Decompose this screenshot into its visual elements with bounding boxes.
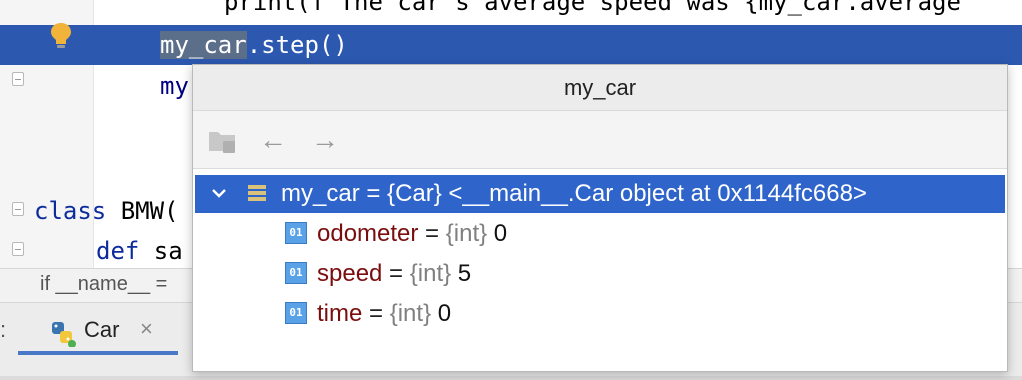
variable-inspect-popup[interactable]: my_car ← → my_car = {Car} <__main__.Car … bbox=[192, 64, 1008, 372]
code-line-class[interactable]: class BMW( bbox=[34, 191, 179, 231]
class-name: BMW( bbox=[106, 197, 179, 225]
fold-marker[interactable] bbox=[12, 242, 24, 256]
type-tag: {Car} bbox=[387, 180, 442, 207]
code-line-my[interactable]: my bbox=[160, 66, 189, 106]
type-tag: {int} bbox=[389, 300, 432, 327]
tab-car-label: Car bbox=[84, 317, 120, 342]
fold-marker[interactable] bbox=[12, 202, 24, 216]
variable-value: <__main__.Car object at 0x1144fc668> bbox=[441, 180, 867, 207]
popup-toolbar: ← → bbox=[193, 111, 1007, 169]
fold-marker[interactable] bbox=[12, 72, 24, 86]
popup-header[interactable]: my_car bbox=[193, 65, 1007, 111]
tree-row-odometer[interactable]: 01 odometer = {int} 0 bbox=[195, 215, 1005, 253]
tab-car[interactable]: Car × bbox=[18, 303, 178, 355]
object-fields-icon bbox=[248, 185, 266, 201]
selected-variable: my_car bbox=[160, 31, 247, 59]
code-step-call: .step() bbox=[246, 31, 348, 59]
python-icon bbox=[52, 322, 76, 347]
variable-value: 0 bbox=[431, 300, 452, 327]
code-line-step[interactable]: my_car.step() bbox=[160, 25, 348, 65]
back-arrow-icon[interactable]: ← bbox=[259, 126, 291, 155]
equals-sign: = bbox=[359, 180, 388, 207]
variable-name: time bbox=[317, 300, 363, 327]
variable-tree: my_car = {Car} <__main__.Car object at 0… bbox=[193, 169, 1007, 371]
debug-toolbar-strip bbox=[0, 376, 1022, 380]
tree-row-text: time = {int} 0 bbox=[317, 299, 451, 329]
folder-icon[interactable] bbox=[207, 127, 239, 155]
equals-sign: = bbox=[382, 260, 410, 287]
variable-value: 0 bbox=[487, 220, 508, 247]
lightbulb-icon[interactable] bbox=[48, 21, 74, 51]
tree-row-root[interactable]: my_car = {Car} <__main__.Car object at 0… bbox=[195, 175, 1005, 213]
variable-value: 5 bbox=[451, 260, 472, 287]
int-type-icon: 01 bbox=[285, 302, 307, 324]
int-type-icon: 01 bbox=[285, 262, 307, 284]
int-type-icon: 01 bbox=[285, 222, 307, 244]
type-tag: {int} bbox=[409, 260, 452, 287]
variable-name: speed bbox=[317, 260, 383, 287]
tree-row-time[interactable]: 01 time = {int} 0 bbox=[195, 295, 1005, 333]
variable-name: odometer bbox=[317, 220, 419, 247]
code-line-def[interactable]: def sa bbox=[96, 231, 183, 271]
breadcrumb-item[interactable]: if __name__ = bbox=[40, 273, 167, 296]
forward-arrow-icon[interactable]: → bbox=[311, 126, 343, 155]
equals-sign: = bbox=[418, 220, 446, 247]
popup-title: my_car bbox=[563, 75, 637, 100]
code-line-print[interactable]: print(f"The car's average speed was {my_… bbox=[224, 0, 961, 22]
tree-row-text: odometer = {int} 0 bbox=[317, 219, 507, 249]
keyword-class: class bbox=[34, 197, 107, 225]
tree-row-text: speed = {int} 5 bbox=[317, 259, 471, 289]
tree-root-text: my_car = {Car} <__main__.Car object at 0… bbox=[281, 179, 867, 209]
close-icon[interactable]: × bbox=[140, 316, 153, 342]
current-line-highlight bbox=[0, 25, 1022, 65]
tab-strip-label: : bbox=[0, 317, 7, 342]
method-name: sa bbox=[139, 237, 183, 265]
tree-row-speed[interactable]: 01 speed = {int} 5 bbox=[195, 255, 1005, 293]
equals-sign: = bbox=[362, 300, 390, 327]
type-tag: {int} bbox=[445, 220, 488, 247]
variable-name: my_car bbox=[281, 180, 360, 207]
chevron-down-icon[interactable] bbox=[209, 183, 229, 203]
keyword-def: def bbox=[96, 237, 140, 265]
